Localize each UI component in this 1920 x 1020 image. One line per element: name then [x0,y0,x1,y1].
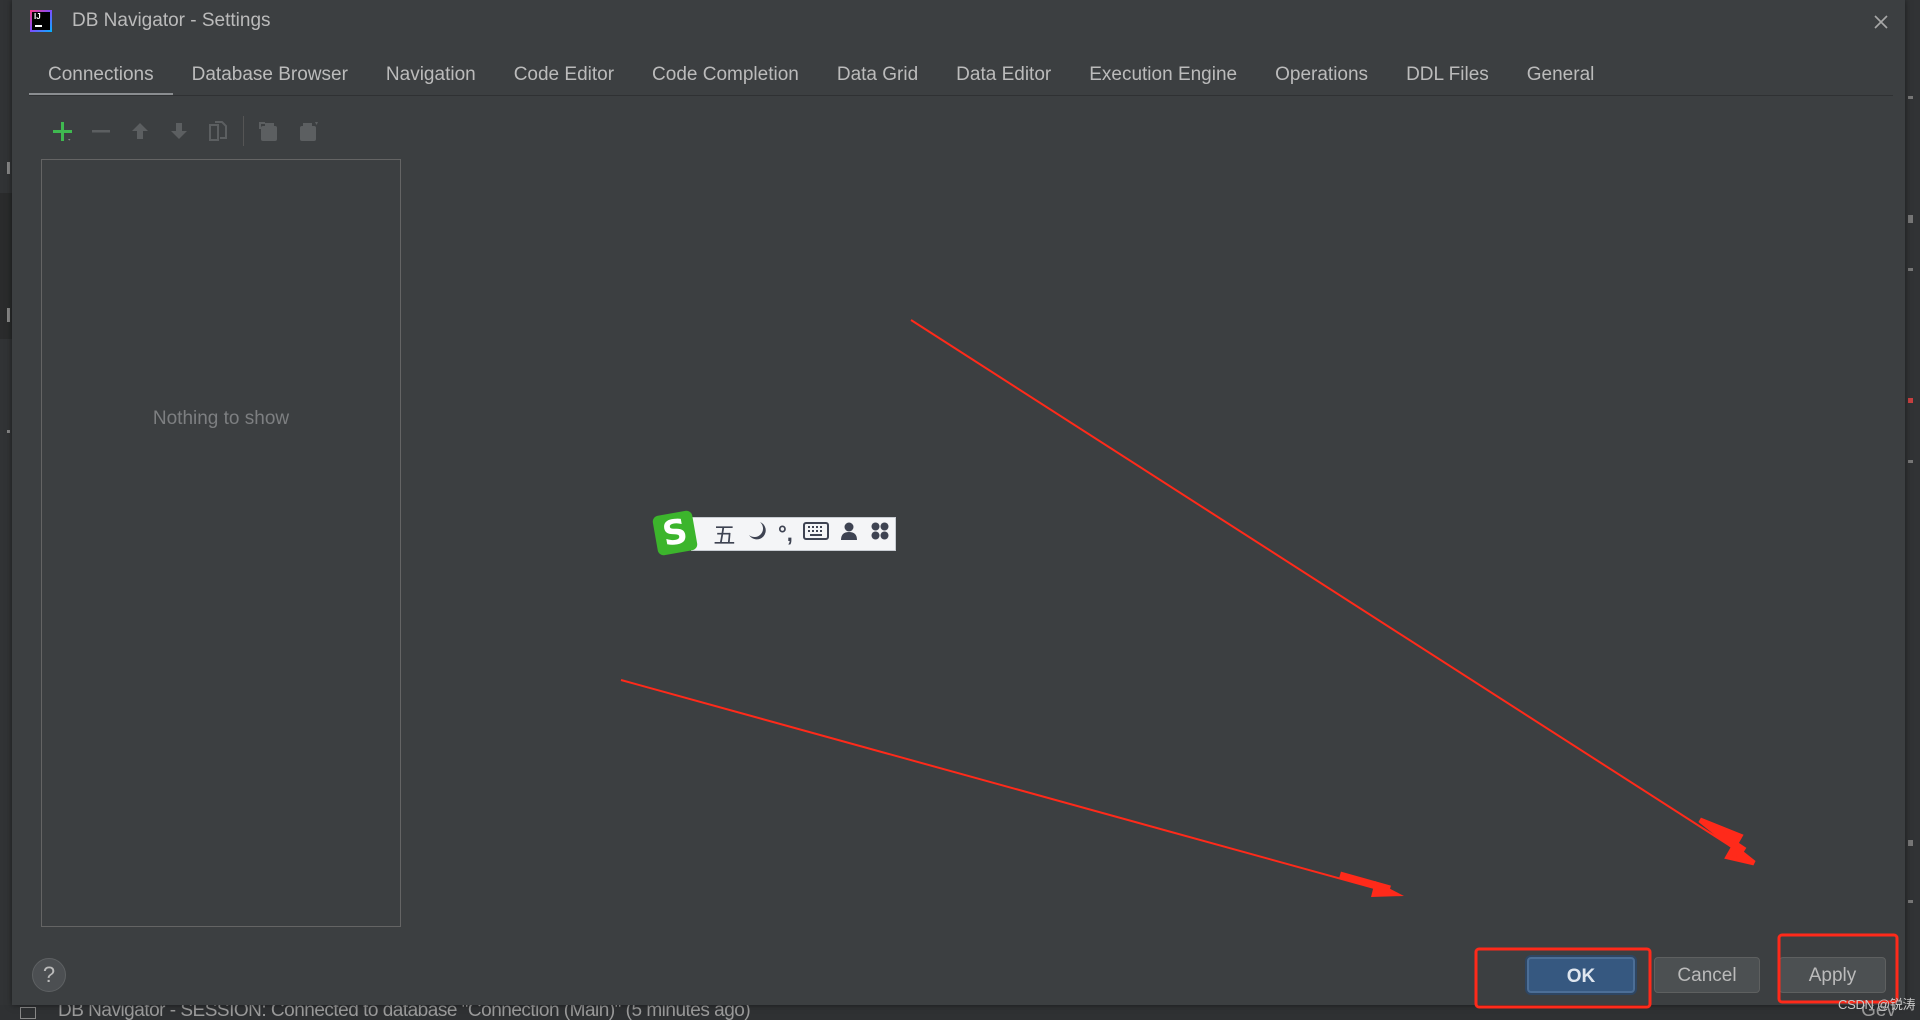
remove-icon [92,130,110,133]
ide-left-marker [7,162,10,174]
tab-separator [29,95,1893,96]
status-text: DB Navigator - SESSION: Connected to dat… [58,1005,751,1020]
tab-connections[interactable]: Connections [29,58,173,96]
tab-data-grid[interactable]: Data Grid [818,58,937,96]
close-icon [1874,15,1888,29]
dialog-title: DB Navigator - Settings [72,10,271,31]
settings-dialog: IJ DB Navigator - Settings Connections Da… [12,0,1905,1005]
help-button[interactable]: ? [32,958,66,992]
connections-list[interactable]: Nothing to show [41,159,401,927]
title-bar[interactable]: IJ DB Navigator - Settings [12,0,1905,44]
tab-ddl-files[interactable]: DDL Files [1387,58,1508,96]
ide-right-marker [1908,900,1913,903]
event-log-icon [20,1007,36,1019]
toolbar-separator [243,116,244,146]
remove-connection-button[interactable] [87,117,115,145]
ide-left-marker [7,308,10,322]
add-connection-button[interactable] [48,117,76,145]
connections-toolbar [48,116,333,146]
paste-from-clipboard-button[interactable] [294,117,322,145]
paste-from-clipboard-icon [300,122,318,141]
ide-left-panel [0,193,12,339]
ime-toolbar[interactable]: 五 °, S [651,509,912,557]
tab-code-completion[interactable]: Code Completion [633,58,818,96]
ide-right-marker [1908,460,1913,463]
move-up-icon [132,123,148,139]
ide-right-marker [1908,268,1913,271]
apply-button[interactable]: Apply [1779,957,1886,993]
duplicate-icon [209,121,227,141]
ok-button[interactable]: OK [1527,957,1635,993]
ide-right-strip [1904,0,1920,1020]
apps-icon[interactable] [870,521,890,547]
move-down-button[interactable] [165,117,193,145]
tab-database-browser[interactable]: Database Browser [173,58,367,96]
empty-list-text: Nothing to show [152,408,290,429]
tab-navigation[interactable]: Navigation [367,58,495,96]
ide-right-marker [1908,96,1913,99]
ide-right-marker [1908,215,1913,223]
tab-operations[interactable]: Operations [1256,58,1387,96]
user-icon[interactable] [839,521,859,547]
ide-left-marker [7,430,10,433]
ide-right-marker [1908,840,1913,846]
close-button[interactable] [1867,8,1895,36]
settings-tabs: Connections Database Browser Navigation Cod… [29,58,1613,96]
tab-data-editor[interactable]: Data Editor [937,58,1070,96]
intellij-logo-icon: IJ [30,10,52,32]
cancel-button[interactable]: Cancel [1654,957,1760,993]
ide-status-bar: DB Navigator - SESSION: Connected to dat… [0,1005,1920,1020]
tab-execution-engine[interactable]: Execution Engine [1070,58,1256,96]
keyboard-icon[interactable] [803,521,830,547]
ime-logo-icon: S [651,509,699,557]
ide-right-marker [1908,398,1913,403]
punctuation-icon[interactable]: °, [778,521,793,547]
copy-to-clipboard-icon [259,122,277,141]
move-up-button[interactable] [126,117,154,145]
watermark: CSDN @锐涛 [1838,997,1916,1012]
duplicate-connection-button[interactable] [204,117,232,145]
tab-code-editor[interactable]: Code Editor [495,58,633,96]
ime-toolbar-body: 五 °, [691,517,896,551]
add-icon [53,122,72,141]
moon-icon[interactable] [746,520,768,548]
copy-to-clipboard-button[interactable] [255,117,283,145]
tab-general[interactable]: General [1508,58,1614,96]
ime-mode-label[interactable]: 五 [713,518,735,550]
ide-left-strip [0,0,12,1020]
move-down-icon [171,123,187,139]
